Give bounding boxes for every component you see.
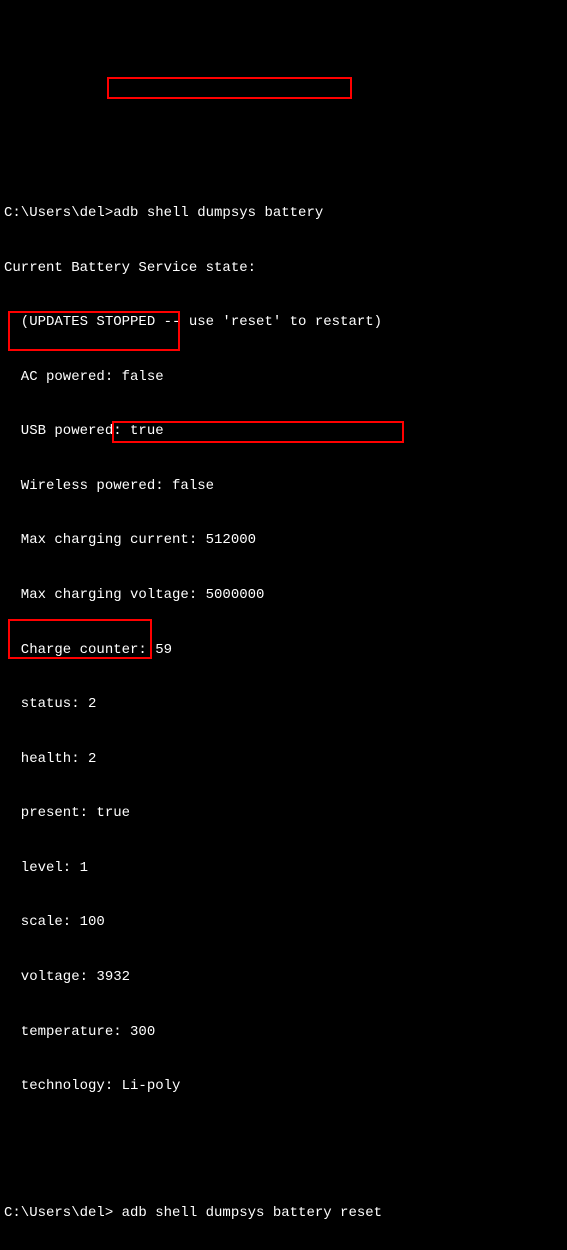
output-line: AC powered: false xyxy=(4,368,563,386)
output-line: Charge counter: 59 xyxy=(4,641,563,659)
output-line: Wireless powered: false xyxy=(4,477,563,495)
output-header-1: Current Battery Service state: xyxy=(4,259,563,277)
output-line: USB powered: true xyxy=(4,422,563,440)
command-text: adb shell dumpsys battery reset xyxy=(113,1205,382,1221)
command-line-2: C:\Users\del> adb shell dumpsys battery … xyxy=(4,1204,563,1222)
highlight-box-command1 xyxy=(107,77,352,99)
output-line: status: 2 xyxy=(4,695,563,713)
output-line: Max charging current: 512000 xyxy=(4,531,563,549)
output-line: present: true xyxy=(4,804,563,822)
blank-line xyxy=(4,1132,563,1150)
output-line: voltage: 3932 xyxy=(4,968,563,986)
output-line: (UPDATES STOPPED -- use 'reset' to resta… xyxy=(4,313,563,331)
command-line-1: C:\Users\del>adb shell dumpsys battery xyxy=(4,204,563,222)
output-line: technology: Li-poly xyxy=(4,1077,563,1095)
output-line: scale: 100 xyxy=(4,913,563,931)
output-line: health: 2 xyxy=(4,750,563,768)
output-line: level: 1 xyxy=(4,859,563,877)
prompt: C:\Users\del> xyxy=(4,205,113,221)
command-text: adb shell dumpsys battery xyxy=(113,205,323,221)
prompt: C:\Users\del> xyxy=(4,1205,113,1221)
output-line: Max charging voltage: 5000000 xyxy=(4,586,563,604)
output-line: temperature: 300 xyxy=(4,1023,563,1041)
terminal-window[interactable]: C:\Users\del>adb shell dumpsys battery C… xyxy=(4,77,563,1250)
